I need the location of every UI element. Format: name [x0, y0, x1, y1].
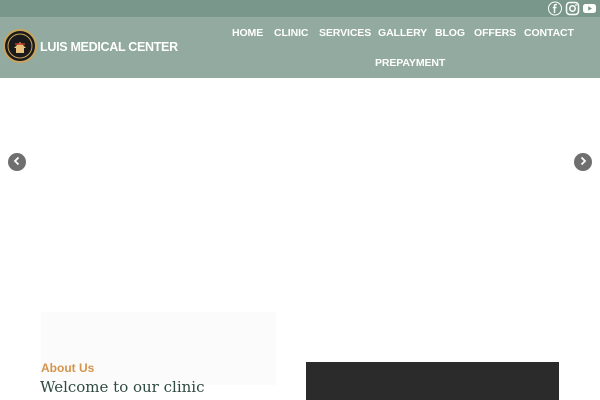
nav-clinic[interactable]: CLINIC: [274, 27, 309, 39]
about-media-panel: [306, 362, 559, 400]
about-label: About Us: [41, 361, 95, 375]
site-header: LUIS MEDICAL CENTER HOME CLINIC SERVICES…: [0, 17, 600, 78]
chevron-left-icon: [13, 153, 21, 171]
clinic-logo[interactable]: [3, 29, 37, 63]
nav-prepayment[interactable]: PREPAYMENT: [375, 57, 445, 69]
facebook-icon[interactable]: [548, 1, 562, 16]
about-title: Welcome to our clinic: [40, 378, 205, 396]
nav-blog[interactable]: BLOG: [435, 27, 465, 39]
social-bar: [0, 0, 600, 17]
instagram-icon[interactable]: [565, 1, 580, 16]
slider-next-button[interactable]: [574, 153, 592, 171]
brand-name[interactable]: LUIS MEDICAL CENTER: [40, 40, 178, 54]
chevron-right-icon: [579, 153, 587, 171]
youtube-icon[interactable]: [582, 1, 597, 16]
nav-services[interactable]: SERVICES: [319, 27, 371, 39]
nav-offers[interactable]: OFFERS: [474, 27, 516, 39]
slider-prev-button[interactable]: [8, 153, 26, 171]
hero-slider: [0, 78, 600, 385]
nav-gallery[interactable]: GALLERY: [378, 27, 427, 39]
nav-home[interactable]: HOME: [232, 27, 263, 39]
nav-contact[interactable]: CONTACT: [524, 27, 574, 39]
